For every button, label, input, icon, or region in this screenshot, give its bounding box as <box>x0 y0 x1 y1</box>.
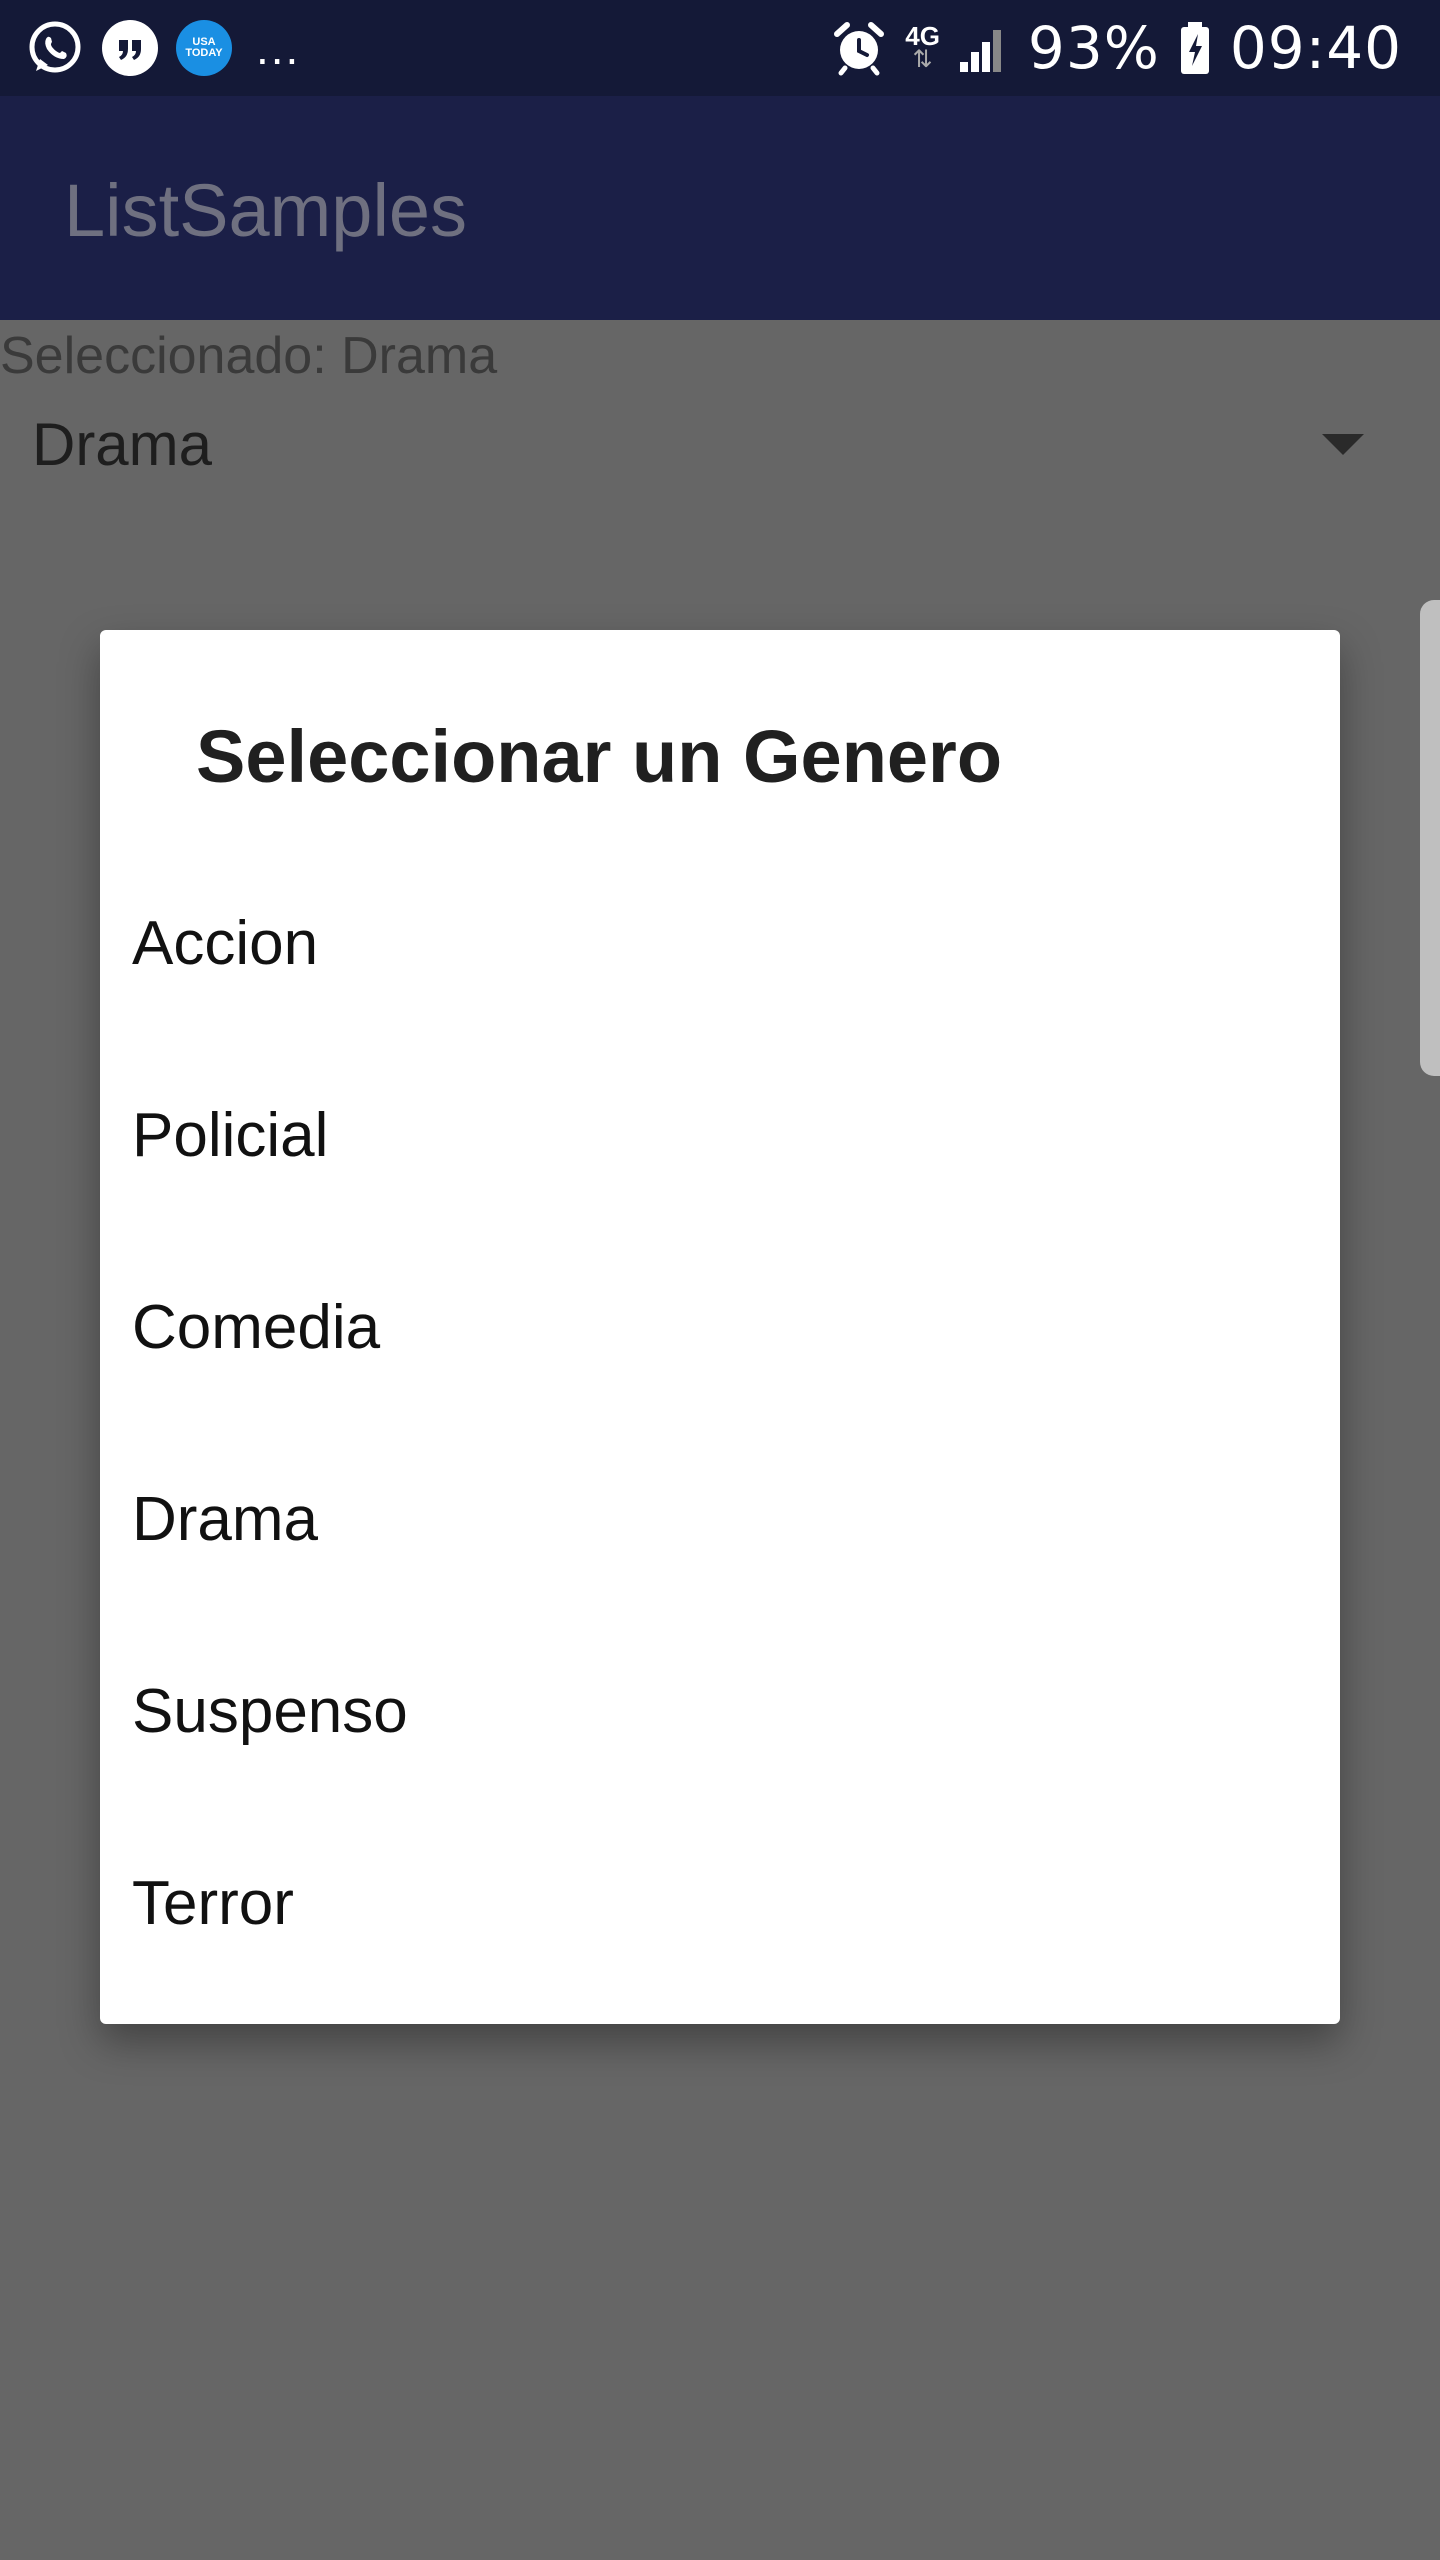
notification-icons: USA TODAY ... <box>26 20 300 76</box>
network-4g-icon: 4G ⇅ <box>905 21 940 73</box>
option-label: Accion <box>132 909 319 978</box>
usa-today-label: USA TODAY <box>185 36 223 59</box>
signal-icon <box>959 30 1001 72</box>
scrollbar[interactable] <box>1420 600 1440 1076</box>
dialog-title: Seleccionar un Genero <box>196 715 1003 798</box>
status-bar: USA TODAY ... 4G ⇅ 93% 09:40 <box>0 0 1440 96</box>
system-icons: 4G ⇅ 93% 09:40 <box>831 14 1402 82</box>
option-label: Comedia <box>132 1293 381 1362</box>
option-terror[interactable]: Terror <box>100 1806 1340 1998</box>
option-comedia[interactable]: Comedia <box>100 1230 1340 1422</box>
app-title: ListSamples <box>64 169 468 252</box>
option-accion[interactable]: Accion <box>100 846 1340 1038</box>
clock: 09:40 <box>1229 14 1402 82</box>
whatsapp-icon <box>29 21 81 73</box>
selected-genre-label: Seleccionado: Drama <box>0 327 498 385</box>
battery-percent: 93% <box>1027 14 1160 82</box>
data-arrows-icon: ⇅ <box>912 46 933 73</box>
more-notifications-icon: ... <box>256 22 301 74</box>
option-label: Policial <box>132 1101 329 1170</box>
messenger-icon <box>102 20 158 76</box>
option-suspenso[interactable]: Suspenso <box>100 1614 1340 1806</box>
spinner-selected-value: Drama <box>32 411 213 478</box>
genre-picker-dialog: Seleccionar un Genero Accion Policial Co… <box>100 630 1340 2024</box>
option-policial[interactable]: Policial <box>100 1038 1340 1230</box>
option-label: Drama <box>132 1485 319 1554</box>
alarm-icon <box>834 22 885 76</box>
network-label: 4G <box>905 21 940 51</box>
battery-icon <box>1180 22 1209 74</box>
usa-today-icon: USA TODAY <box>176 20 232 76</box>
option-label: Suspenso <box>132 1677 408 1746</box>
option-drama[interactable]: Drama <box>100 1422 1340 1614</box>
dropdown-arrow-icon <box>1322 434 1364 455</box>
option-label: Terror <box>132 1869 294 1938</box>
app-bar: ListSamples <box>0 96 1440 320</box>
